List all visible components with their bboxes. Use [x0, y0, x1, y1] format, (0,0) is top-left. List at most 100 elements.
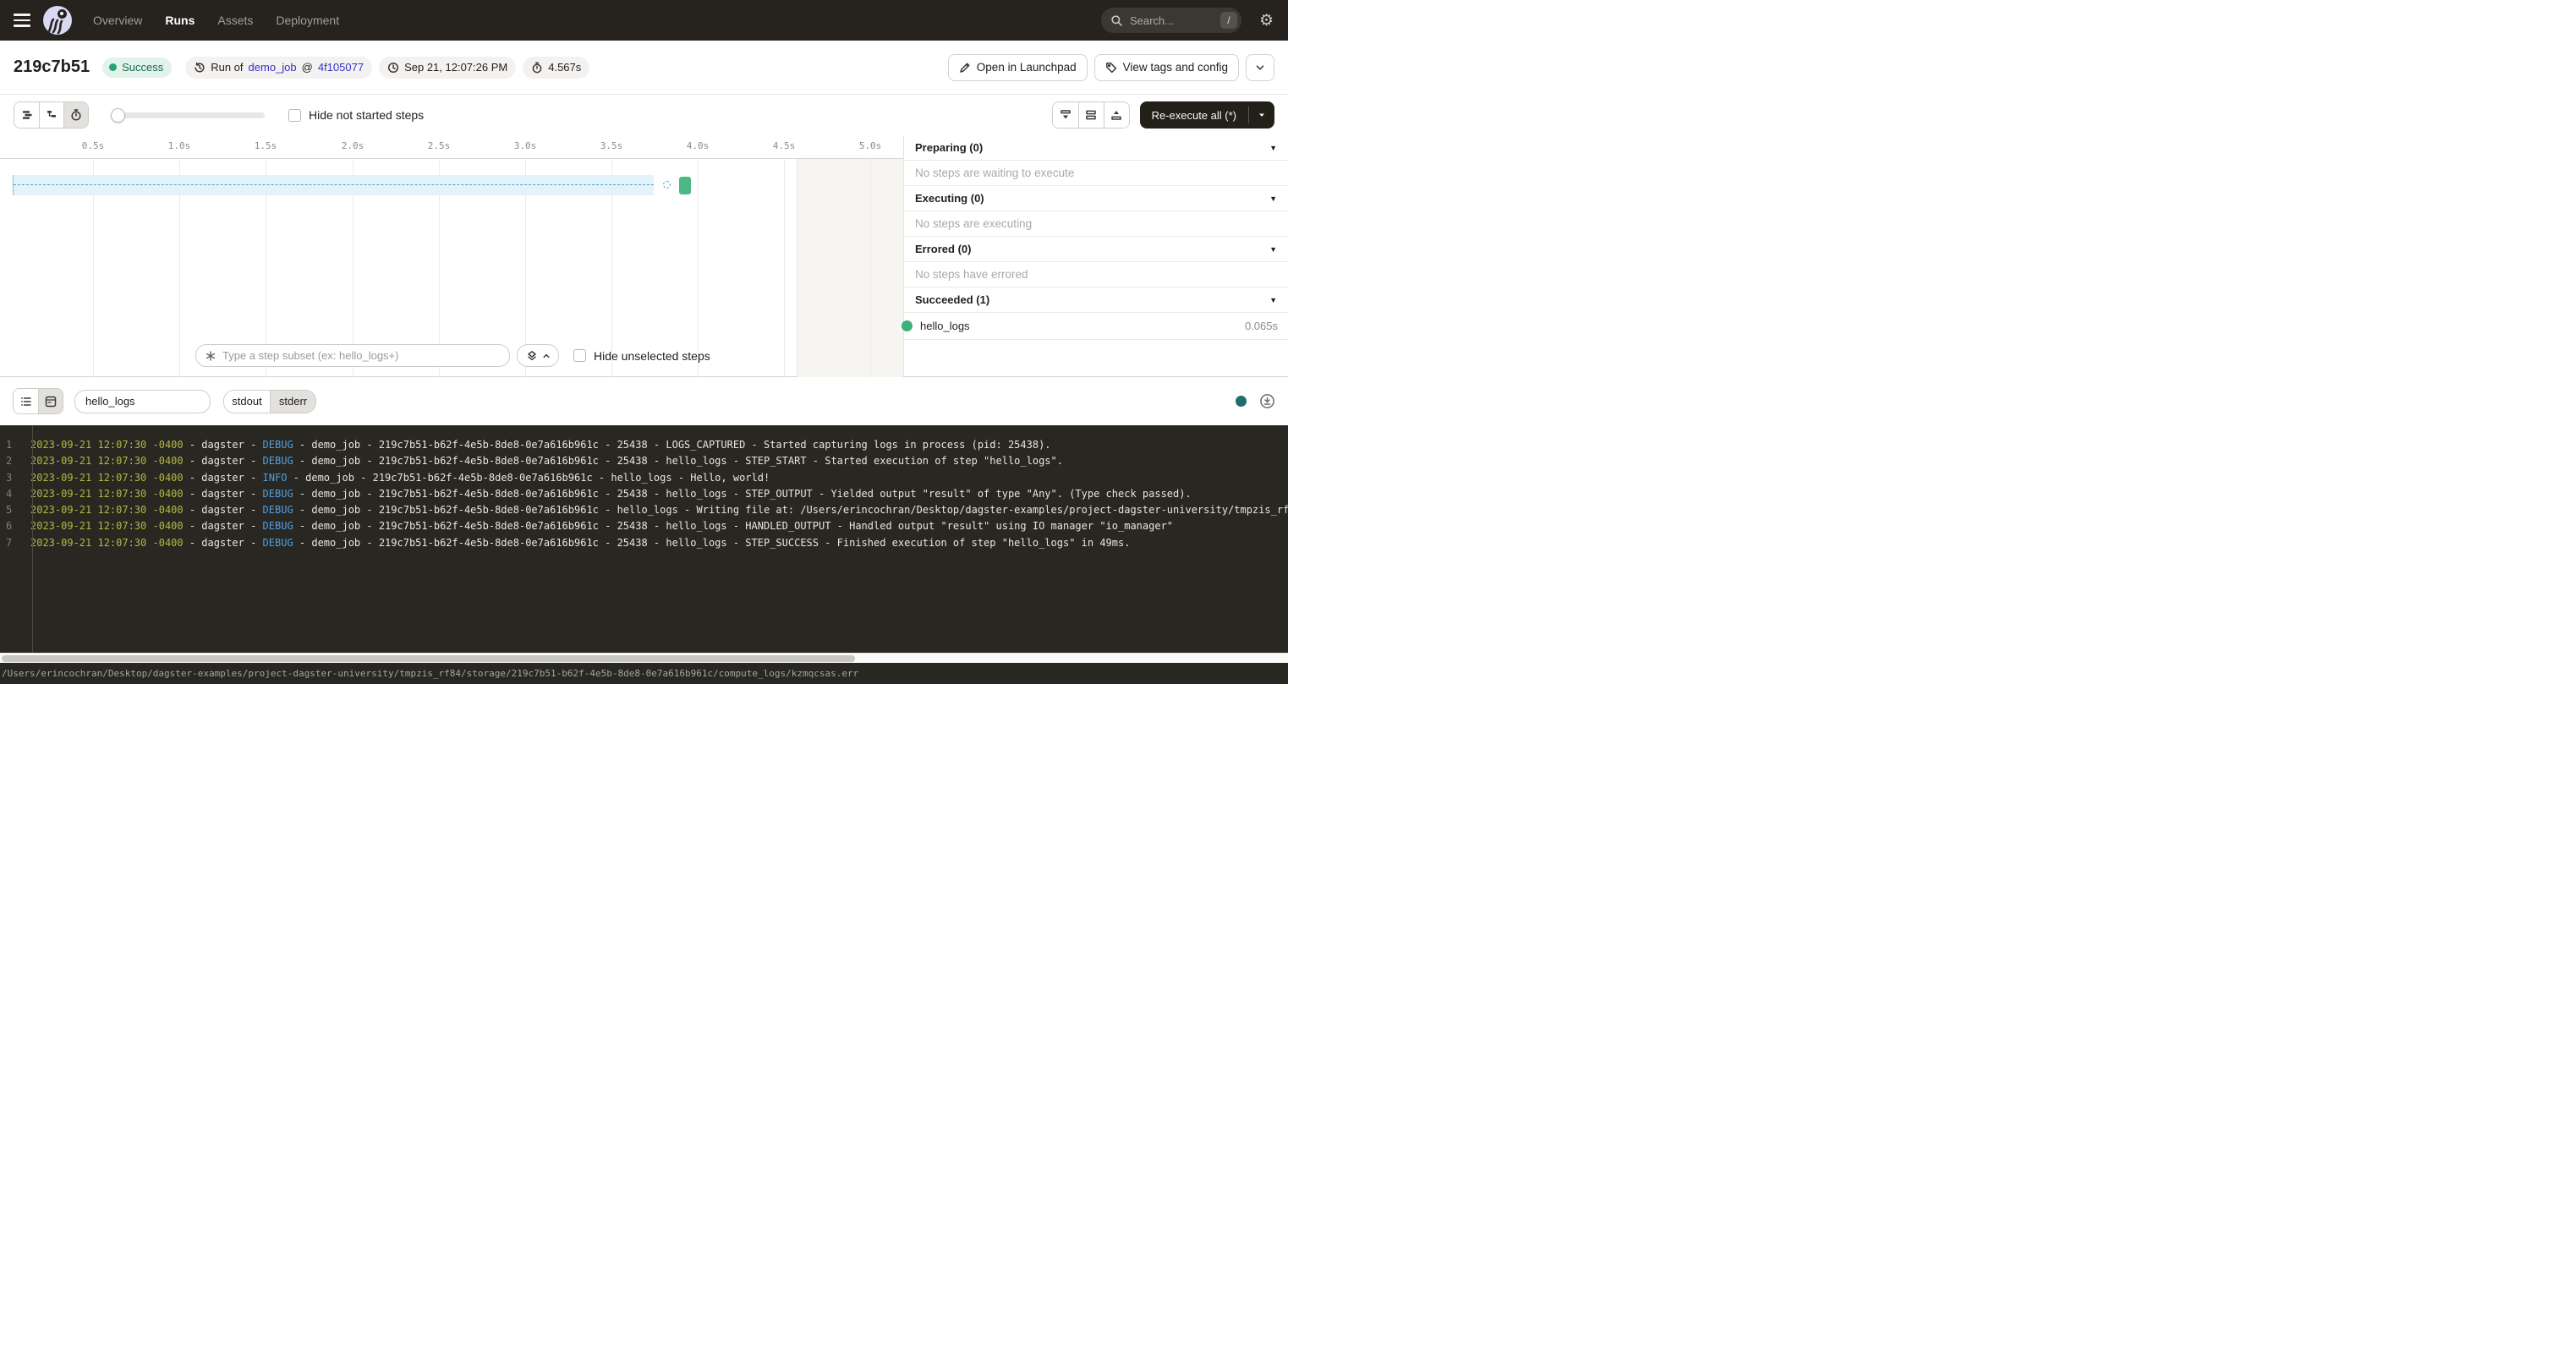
step-name: hello_logs: [920, 320, 970, 332]
at-separator: @: [302, 61, 313, 74]
log-line: 5 2023-09-21 12:07:30 -0400 - dagster - …: [0, 502, 1288, 518]
nav-item-deployment[interactable]: Deployment: [276, 14, 339, 27]
section-title: Errored (0): [915, 243, 971, 255]
succeeded-step-row[interactable]: hello_logs 0.065s: [904, 313, 1288, 340]
flat-view-button[interactable]: [14, 102, 39, 128]
search-input[interactable]: Search... /: [1101, 8, 1241, 33]
layers-icon: [526, 350, 538, 362]
stdout-stderr-tabs: stdout stderr: [223, 390, 316, 413]
hide-not-started-checkbox[interactable]: [288, 109, 301, 122]
log-file-path: /Users/erincochran/Desktop/dagster-examp…: [0, 668, 858, 679]
log-line: 7 2023-09-21 12:07:30 -0400 - dagster - …: [0, 535, 1288, 551]
log-view-segmented: [13, 388, 63, 414]
log-line: 3 2023-09-21 12:07:30 -0400 - dagster - …: [0, 470, 1288, 486]
duration-pill: 4.567s: [523, 57, 589, 79]
section-header-preparing[interactable]: Preparing (0) ▼: [904, 135, 1288, 161]
step-marker-circle[interactable]: [663, 181, 671, 189]
top-nav: Overview Runs Assets Deployment Search..…: [0, 0, 1288, 41]
section-header-succeeded[interactable]: Succeeded (1) ▼: [904, 287, 1288, 313]
tick-label: 3.5s: [600, 140, 623, 151]
step-status-panel: Preparing (0) ▼ No steps are waiting to …: [903, 135, 1288, 376]
tag-icon: [1105, 62, 1117, 74]
nav-item-runs[interactable]: Runs: [165, 14, 195, 27]
log-capture-status-dot: [1236, 396, 1247, 407]
chevron-down-icon: [1255, 63, 1265, 73]
tick-label: 2.5s: [428, 140, 451, 151]
horizontal-scrollbar: [0, 653, 1288, 663]
tick-label: 1.5s: [255, 140, 277, 151]
line-number: 2: [0, 453, 17, 469]
settings-gear-icon[interactable]: ⚙: [1259, 13, 1274, 29]
hide-unselected-label[interactable]: Hide unselected steps: [594, 349, 710, 363]
download-log-button[interactable]: [1259, 393, 1275, 409]
raw-log-viewer: 1 2023-09-21 12:07:30 -0400 - dagster - …: [0, 425, 1288, 653]
structured-log-view-button[interactable]: [14, 389, 38, 413]
tick-label: 3.0s: [514, 140, 537, 151]
timed-view-button[interactable]: [63, 102, 88, 128]
run-timestamp: Sep 21, 12:07:26 PM: [404, 61, 507, 74]
log-line: 4 2023-09-21 12:07:30 -0400 - dagster - …: [0, 486, 1288, 502]
slider-track[interactable]: [111, 112, 265, 118]
expand-bottom-panel-button[interactable]: [1104, 102, 1129, 128]
graph-layers-button[interactable]: [517, 344, 559, 367]
view-tags-config-label: View tags and config: [1123, 61, 1228, 74]
nav-items: Overview Runs Assets Deployment: [93, 14, 339, 27]
section-header-executing[interactable]: Executing (0) ▼: [904, 186, 1288, 211]
reexecute-label: Re-execute all (*): [1140, 101, 1248, 129]
tick-label: 2.0s: [342, 140, 364, 151]
slider-knob[interactable]: [111, 108, 125, 123]
line-number: 6: [0, 518, 17, 534]
run-header: 219c7b51 Success Run of demo_job @ 4f105…: [0, 41, 1288, 95]
split-panel-segmented: [1052, 101, 1130, 129]
open-in-launchpad-button[interactable]: Open in Launchpad: [948, 54, 1088, 81]
step-subset-input[interactable]: Type a step subset (ex: hello_logs+): [195, 344, 510, 367]
status-badge: Success: [102, 57, 172, 78]
reexecute-dropdown-button[interactable]: [1249, 101, 1274, 129]
collapse-bottom-panel-button[interactable]: [1053, 102, 1078, 128]
chevron-down-icon: ▼: [1269, 245, 1277, 254]
run-actions-dropdown-button[interactable]: [1246, 54, 1274, 81]
tick-label: 0.5s: [82, 140, 105, 151]
step-duration: 0.065s: [1245, 320, 1288, 332]
step-bar-hello-logs[interactable]: [679, 177, 691, 194]
stopwatch-icon: [531, 62, 543, 74]
scrollbar-thumb[interactable]: [2, 655, 855, 662]
selected-step-row-highlight: [13, 175, 654, 195]
clock-icon: [387, 62, 399, 74]
pencil-icon: [959, 62, 971, 74]
op-graph-icon: [205, 350, 216, 362]
tick-label: 4.5s: [773, 140, 796, 151]
step-subset-row: Type a step subset (ex: hello_logs+) Hid…: [195, 344, 710, 367]
dagster-logo-icon[interactable]: [43, 6, 72, 35]
line-number: 7: [0, 535, 17, 551]
nav-item-overview[interactable]: Overview: [93, 14, 142, 27]
raw-log-view-button[interactable]: [38, 389, 63, 413]
chevron-down-icon: ▼: [1269, 194, 1277, 203]
status-dot-icon: [109, 63, 117, 71]
log-step-filter-input[interactable]: [74, 390, 211, 413]
reexecute-button[interactable]: Re-execute all (*): [1140, 101, 1274, 129]
job-link[interactable]: demo_job: [249, 61, 297, 74]
commit-link[interactable]: 4f105077: [318, 61, 364, 74]
run-of-prefix: Run of: [211, 61, 243, 74]
log-toolbar: stdout stderr: [0, 377, 1288, 425]
section-empty-text: No steps are waiting to execute: [904, 161, 1288, 186]
history-icon: [194, 62, 206, 74]
line-number: 3: [0, 470, 17, 486]
section-header-errored[interactable]: Errored (0) ▼: [904, 237, 1288, 262]
gantt-toolbar: Hide not started steps Re-execute all (*…: [0, 95, 1288, 135]
hide-unselected-checkbox[interactable]: [573, 349, 586, 362]
step-subset-placeholder: Type a step subset (ex: hello_logs+): [222, 349, 398, 362]
section-title: Preparing (0): [915, 141, 983, 154]
hamburger-menu-icon[interactable]: [14, 14, 30, 27]
hide-not-started-label[interactable]: Hide not started steps: [309, 108, 424, 122]
nav-item-assets[interactable]: Assets: [217, 14, 253, 27]
tab-stdout[interactable]: stdout: [224, 391, 270, 413]
chevron-down-icon: [1258, 111, 1266, 119]
waterfall-view-button[interactable]: [39, 102, 63, 128]
view-tags-config-button[interactable]: View tags and config: [1094, 54, 1239, 81]
gantt-zoom-slider[interactable]: [111, 108, 265, 123]
split-panels-button[interactable]: [1078, 102, 1104, 128]
tab-stderr[interactable]: stderr: [270, 391, 315, 413]
section-empty-text: No steps are executing: [904, 211, 1288, 237]
